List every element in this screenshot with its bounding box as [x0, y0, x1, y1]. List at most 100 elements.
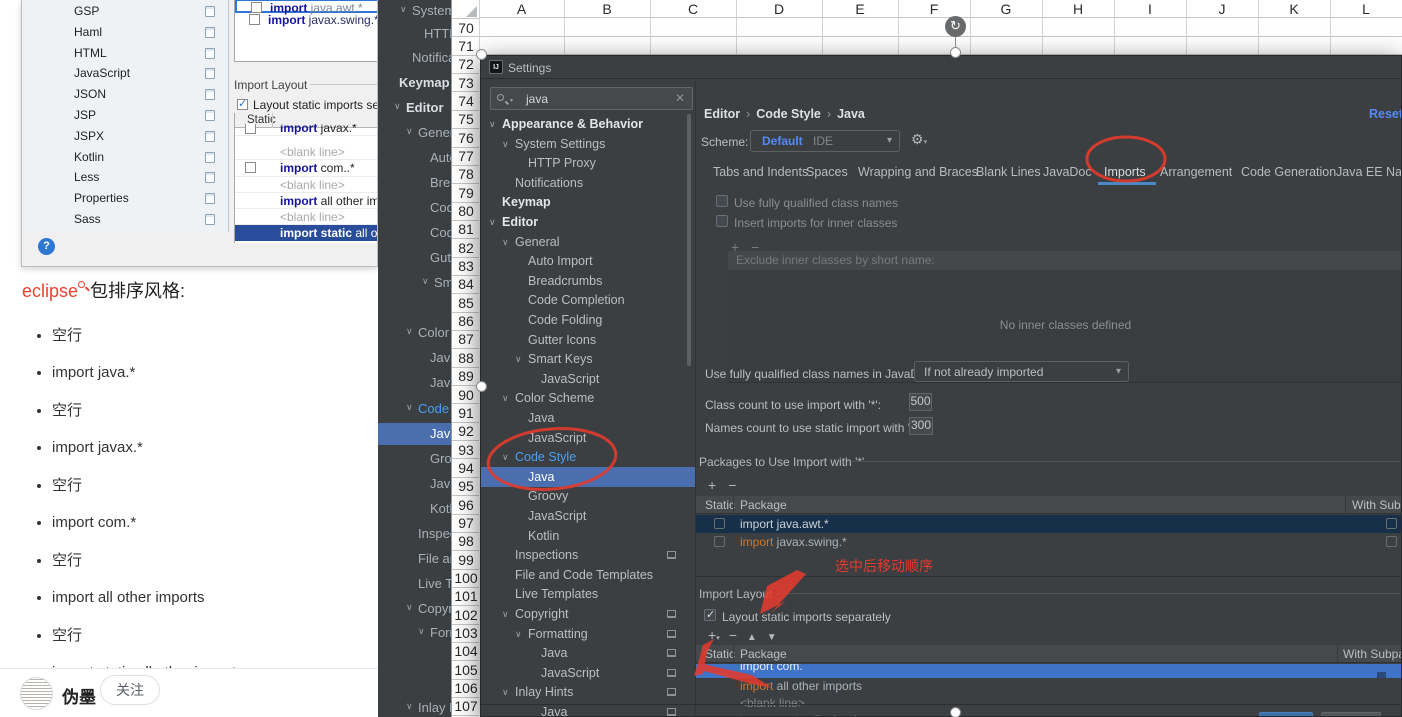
- tree-item-http-proxy[interactable]: HTTP Proxy: [481, 153, 695, 173]
- resize-handle-left[interactable]: [476, 381, 487, 392]
- table-row[interactable]: import static all other imports: [235, 225, 377, 242]
- row-header-93[interactable]: 93: [452, 442, 479, 458]
- tab-javadoc[interactable]: JavaDoc: [1043, 165, 1092, 179]
- search-icon[interactable]: [78, 281, 90, 293]
- tree-item-javascript[interactable]: JavaScript: [481, 428, 695, 448]
- layout-static-checkbox[interactable]: ✓: [704, 609, 716, 621]
- static-checkbox[interactable]: [251, 2, 262, 13]
- row-header-106[interactable]: 106: [452, 680, 479, 696]
- row-header-79[interactable]: 79: [452, 185, 479, 201]
- tab-tabs-and-indents[interactable]: Tabs and Indents: [713, 165, 808, 179]
- tree-item-javascript[interactable]: JavaScript: [430, 476, 451, 491]
- rotate-handle-icon[interactable]: ↻: [945, 16, 966, 37]
- static-checkbox[interactable]: [714, 518, 725, 529]
- tree-item-editor[interactable]: Editor ∨: [481, 212, 695, 232]
- tree-item-javascript[interactable]: JavaScript: [481, 663, 695, 683]
- row-header-78[interactable]: 78: [452, 166, 479, 182]
- row-header-92[interactable]: 92: [452, 423, 479, 439]
- column-header-E[interactable]: E: [822, 0, 898, 18]
- language-item-properties[interactable]: Properties: [22, 188, 229, 209]
- tree-item-inlay-hints[interactable]: Inlay Hints: [418, 700, 451, 715]
- javadoc-dropdown[interactable]: If not already imported ▾: [914, 361, 1129, 382]
- row-header-96[interactable]: 96: [452, 497, 479, 513]
- use-fq-checkbox[interactable]: [716, 195, 728, 207]
- row-header-73[interactable]: 73: [452, 75, 479, 91]
- tree-item-copyright[interactable]: Copyright ∨: [481, 604, 695, 624]
- language-item-kotlin[interactable]: Kotlin: [22, 147, 229, 168]
- language-item-haml[interactable]: Haml: [22, 22, 229, 43]
- remove-icon[interactable]: −: [728, 477, 748, 493]
- tree-item-file-and-code-templates[interactable]: File and Code Templates: [418, 551, 451, 566]
- row-header-70[interactable]: 70: [452, 20, 479, 36]
- row-header-84[interactable]: 84: [452, 276, 479, 292]
- add-icon[interactable]: +: [708, 477, 728, 493]
- heading-keyword[interactable]: eclipse: [22, 281, 78, 301]
- tree-item-notifications[interactable]: Notifications: [481, 173, 695, 193]
- follow-button[interactable]: 关注: [100, 675, 160, 705]
- tree-item-java[interactable]: Java: [481, 643, 695, 663]
- row-header-72[interactable]: 72: [452, 56, 479, 72]
- language-item-html[interactable]: HTML: [22, 43, 229, 64]
- tree-item-keymap[interactable]: Keymap: [399, 75, 450, 90]
- tree-item-formatting[interactable]: Formatting ∨: [481, 624, 695, 644]
- tree-item-notifications[interactable]: Notifications: [412, 50, 451, 65]
- chevron-down-icon[interactable]: ∨: [502, 682, 509, 702]
- column-header-F[interactable]: F: [898, 0, 970, 18]
- row-header-91[interactable]: 91: [452, 405, 479, 421]
- tree-item-code-folding[interactable]: Code Folding: [430, 225, 451, 240]
- help-button[interactable]: ?: [38, 238, 55, 255]
- tree-item-java[interactable]: Java: [481, 408, 695, 428]
- row-header-95[interactable]: 95: [452, 478, 479, 494]
- tree-item-inspections[interactable]: Inspections: [418, 526, 451, 541]
- chevron-down-icon[interactable]: ∨: [422, 276, 429, 287]
- tree-item-file-and-code-templates[interactable]: File and Code Templates: [481, 565, 695, 585]
- tree-item-groovy[interactable]: Groovy: [481, 486, 695, 506]
- tree-item-code-style[interactable]: Code Style: [418, 401, 451, 416]
- chevron-down-icon[interactable]: ∨: [502, 388, 509, 408]
- tree-item-kotlin[interactable]: Kotlin: [430, 501, 451, 516]
- tree-item-code-style[interactable]: Code Style ∨: [481, 447, 695, 467]
- class-count-input[interactable]: 500: [909, 393, 932, 411]
- table-row[interactable]: import all other imports: [235, 193, 377, 209]
- add-icon[interactable]: +: [708, 627, 716, 643]
- column-header-G[interactable]: G: [970, 0, 1042, 18]
- chevron-down-icon[interactable]: ∨: [502, 134, 509, 154]
- column-header-D[interactable]: D: [736, 0, 822, 18]
- column-header-H[interactable]: H: [1042, 0, 1114, 18]
- row-header-85[interactable]: 85: [452, 295, 479, 311]
- gear-icon[interactable]: ⚙▾: [911, 131, 927, 148]
- column-header-B[interactable]: B: [564, 0, 650, 18]
- chevron-down-icon[interactable]: ∨: [515, 349, 522, 369]
- row-header-81[interactable]: 81: [452, 221, 479, 237]
- scheme-dropdown[interactable]: Default IDE ▾: [750, 130, 900, 152]
- static-checkbox[interactable]: [245, 124, 256, 134]
- row-header-75[interactable]: 75: [452, 111, 479, 127]
- row-header-90[interactable]: 90: [452, 387, 479, 403]
- static-checkbox[interactable]: [245, 162, 256, 174]
- language-item-json[interactable]: JSON: [22, 84, 229, 105]
- subpackages-checkbox[interactable]: [1386, 536, 1397, 547]
- row-header-86[interactable]: 86: [452, 313, 479, 329]
- column-header-K[interactable]: K: [1258, 0, 1330, 18]
- language-item-sass[interactable]: Sass: [22, 209, 229, 230]
- row-header-71[interactable]: 71: [452, 38, 479, 54]
- chevron-down-icon[interactable]: ∨: [406, 701, 413, 712]
- insert-inner-checkbox[interactable]: [716, 215, 728, 227]
- tree-item-java[interactable]: Java: [430, 426, 451, 441]
- tree-item-copyright[interactable]: Copyright: [418, 601, 451, 616]
- reset-link[interactable]: Reset: [1369, 107, 1401, 121]
- tab-blank-lines[interactable]: Blank Lines: [976, 165, 1041, 179]
- tab-code-generation[interactable]: Code Generation: [1241, 165, 1336, 179]
- tree-item-kotlin[interactable]: Kotlin: [481, 526, 695, 546]
- row-header-77[interactable]: 77: [452, 148, 479, 164]
- chevron-down-icon[interactable]: ∨: [406, 126, 413, 137]
- table-row[interactable]: import java.awt.*: [696, 515, 1401, 533]
- row-header-98[interactable]: 98: [452, 533, 479, 549]
- column-header-J[interactable]: J: [1186, 0, 1258, 18]
- tree-item-javascript[interactable]: JavaScript: [430, 375, 451, 390]
- move-down-icon[interactable]: ▼: [767, 632, 777, 643]
- tree-item-system-settings[interactable]: System Settings ∨: [481, 134, 695, 154]
- language-item-jsp[interactable]: JSP: [22, 105, 229, 126]
- tree-item-system-settings[interactable]: System Settings: [412, 3, 451, 18]
- chevron-down-icon[interactable]: ∨: [394, 101, 401, 112]
